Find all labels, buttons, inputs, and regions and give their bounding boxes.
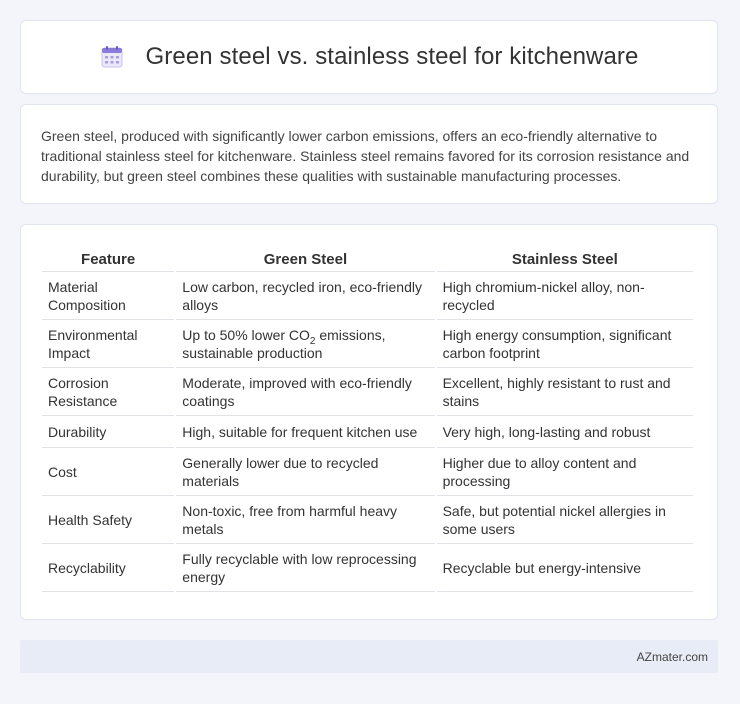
header-green-steel: Green Steel — [176, 245, 435, 272]
green-steel-text: Up to 50% lower CO — [182, 326, 310, 343]
comparison-card: Feature Green Steel Stainless Steel Mate… — [20, 224, 718, 620]
stainless-steel-cell: Higher due to alloy content and processi… — [436, 448, 693, 496]
stainless-steel-cell: Very high, long-lasting and robust — [436, 416, 693, 448]
green-steel-cell: Fully recyclable with low reprocessing e… — [176, 544, 435, 592]
stainless-steel-cell: High chromium-nickel alloy, non-recycled — [436, 272, 693, 320]
green-steel-cell: Low carbon, recycled iron, eco-friendly … — [176, 272, 435, 320]
feature-cell: Corrosion Resistance — [42, 368, 175, 416]
feature-cell: Cost — [42, 448, 175, 496]
comparison-table: Feature Green Steel Stainless Steel Mate… — [40, 245, 695, 592]
table-row: Corrosion Resistance Moderate, improved … — [42, 368, 693, 416]
green-steel-cell: Moderate, improved with eco-friendly coa… — [176, 368, 435, 416]
green-steel-cell: Non-toxic, free from harmful heavy metal… — [176, 496, 435, 544]
feature-cell: Material Composition — [42, 272, 175, 320]
page-title: Green steel vs. stainless steel for kitc… — [145, 43, 639, 70]
stainless-steel-cell: Excellent, highly resistant to rust and … — [436, 368, 693, 416]
table-row: Health Safety Non-toxic, free from harmf… — [42, 496, 693, 544]
feature-cell: Environmental Impact — [42, 320, 175, 368]
table-row: Recyclability Fully recyclable with low … — [42, 544, 693, 592]
footer-brand: AZmater.com — [636, 649, 708, 664]
header-stainless-steel: Stainless Steel — [436, 245, 693, 272]
header-feature: Feature — [42, 245, 175, 272]
green-steel-cell: High, suitable for frequent kitchen use — [176, 416, 435, 448]
table-row: Environmental Impact Up to 50% lower CO2… — [42, 320, 693, 368]
stainless-steel-cell: Recyclable but energy-intensive — [436, 544, 693, 592]
table-row: Material Composition Low carbon, recycle… — [42, 272, 693, 320]
table-row: Durability High, suitable for frequent k… — [42, 416, 693, 448]
intro-paragraph: Green steel, produced with significantly… — [41, 128, 690, 184]
feature-cell: Durability — [42, 416, 175, 448]
table-header-row: Feature Green Steel Stainless Steel — [42, 245, 693, 272]
stainless-steel-cell: Safe, but potential nickel allergies in … — [436, 496, 693, 544]
green-steel-cell: Generally lower due to recycled material… — [176, 448, 435, 496]
stainless-steel-cell: High energy consumption, significant car… — [436, 320, 693, 368]
feature-cell: Health Safety — [42, 496, 175, 544]
title-card: Green steel vs. stainless steel for kitc… — [20, 20, 718, 94]
calendar-icon — [100, 45, 124, 69]
footer-bar: AZmater.com — [20, 640, 718, 673]
green-steel-cell: Up to 50% lower CO2 emissions, sustainab… — [176, 320, 435, 368]
feature-cell: Recyclability — [42, 544, 175, 592]
intro-card: Green steel, produced with significantly… — [20, 104, 718, 204]
table-row: Cost Generally lower due to recycled mat… — [42, 448, 693, 496]
